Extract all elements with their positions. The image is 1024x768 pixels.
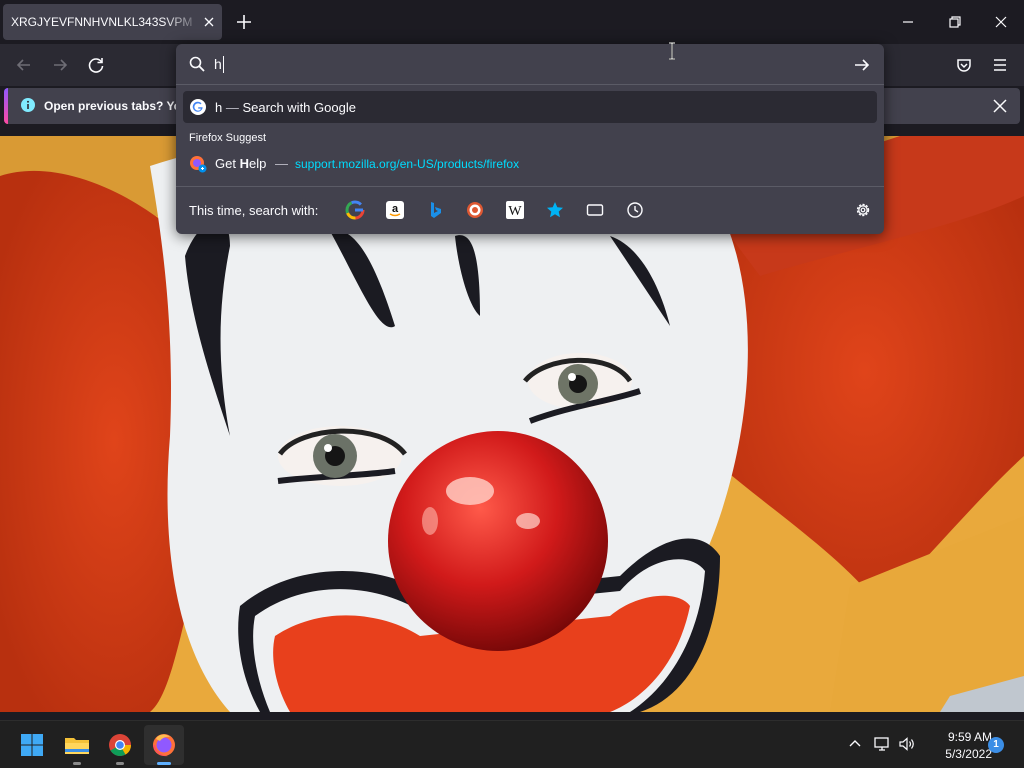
close-icon[interactable] bbox=[990, 96, 1010, 116]
restore-icon[interactable] bbox=[941, 8, 969, 36]
amazon-icon[interactable]: a bbox=[385, 200, 405, 220]
go-arrow-icon[interactable] bbox=[852, 55, 872, 75]
help-url: support.mozilla.org/en-US/products/firef… bbox=[295, 157, 520, 171]
notification-count-badge[interactable]: 1 bbox=[988, 737, 1004, 753]
duckduckgo-icon[interactable] bbox=[465, 200, 485, 220]
urlbar-input[interactable] bbox=[214, 53, 834, 75]
firefox-help-icon bbox=[190, 156, 207, 173]
browser-tab[interactable]: XRGJYEVFNNHVNLKL343SVPMPCIMXX bbox=[3, 4, 222, 40]
firefox-icon[interactable] bbox=[148, 729, 180, 761]
search-query: h bbox=[215, 100, 223, 115]
search-with-google-row[interactable]: h — Search with Google bbox=[183, 91, 877, 123]
chevron-up-icon[interactable] bbox=[846, 735, 864, 753]
network-icon[interactable] bbox=[873, 735, 891, 753]
get-help-suggestion-row[interactable]: Get Help — support.mozilla.org/en-US/pro… bbox=[183, 148, 877, 178]
bookmarks-star-icon[interactable] bbox=[545, 200, 565, 220]
google-icon[interactable] bbox=[345, 200, 365, 220]
urlbar-input-row bbox=[176, 44, 884, 84]
back-arrow-icon[interactable] bbox=[11, 52, 37, 78]
taskbar: 9:59 AM 5/3/2022 1 bbox=[0, 720, 1024, 768]
reload-icon[interactable] bbox=[83, 52, 109, 78]
one-off-search-label: This time, search with: bbox=[189, 203, 319, 218]
file-explorer-icon[interactable] bbox=[61, 729, 93, 761]
tabs-icon[interactable] bbox=[585, 200, 605, 220]
chrome-icon[interactable] bbox=[104, 729, 136, 761]
close-icon[interactable] bbox=[202, 15, 216, 29]
separator: — bbox=[225, 100, 239, 115]
clock-time[interactable]: 9:59 AM bbox=[920, 730, 992, 744]
urlbar-dropdown: h — Search with Google Firefox Suggest G… bbox=[176, 44, 884, 234]
clock-date[interactable]: 5/3/2022 bbox=[920, 747, 992, 761]
info-icon bbox=[21, 98, 35, 112]
search-icon bbox=[189, 56, 205, 72]
history-clock-icon[interactable] bbox=[625, 200, 645, 220]
windows-start-icon[interactable] bbox=[16, 729, 48, 761]
wikipedia-icon[interactable]: W bbox=[505, 200, 525, 220]
svg-text:a: a bbox=[392, 203, 399, 215]
svg-text:W: W bbox=[508, 204, 522, 219]
help-title: Get Help bbox=[215, 156, 267, 171]
screen: XRGJYEVFNNHVNLKL343SVPMPCIMXX Open previ… bbox=[0, 0, 1024, 768]
plus-icon[interactable] bbox=[232, 10, 256, 34]
volume-icon[interactable] bbox=[898, 735, 916, 753]
notification-text: Open previous tabs? You bbox=[44, 99, 189, 113]
search-action-label: Search with Google bbox=[242, 100, 356, 115]
firefox-suggest-header: Firefox Suggest bbox=[189, 132, 267, 144]
gear-icon[interactable] bbox=[854, 201, 872, 219]
bing-icon[interactable] bbox=[425, 200, 445, 220]
text-cursor-icon bbox=[669, 42, 675, 60]
text-caret bbox=[223, 56, 224, 73]
tab-strip: XRGJYEVFNNHVNLKL343SVPMPCIMXX bbox=[0, 0, 1024, 44]
minimize-icon[interactable] bbox=[894, 8, 922, 36]
window-close-icon[interactable] bbox=[987, 8, 1015, 36]
google-icon bbox=[190, 99, 206, 115]
hamburger-menu-icon[interactable] bbox=[987, 52, 1013, 78]
separator: — bbox=[275, 156, 288, 171]
forward-arrow-icon[interactable] bbox=[47, 52, 73, 78]
pocket-icon[interactable] bbox=[951, 52, 977, 78]
